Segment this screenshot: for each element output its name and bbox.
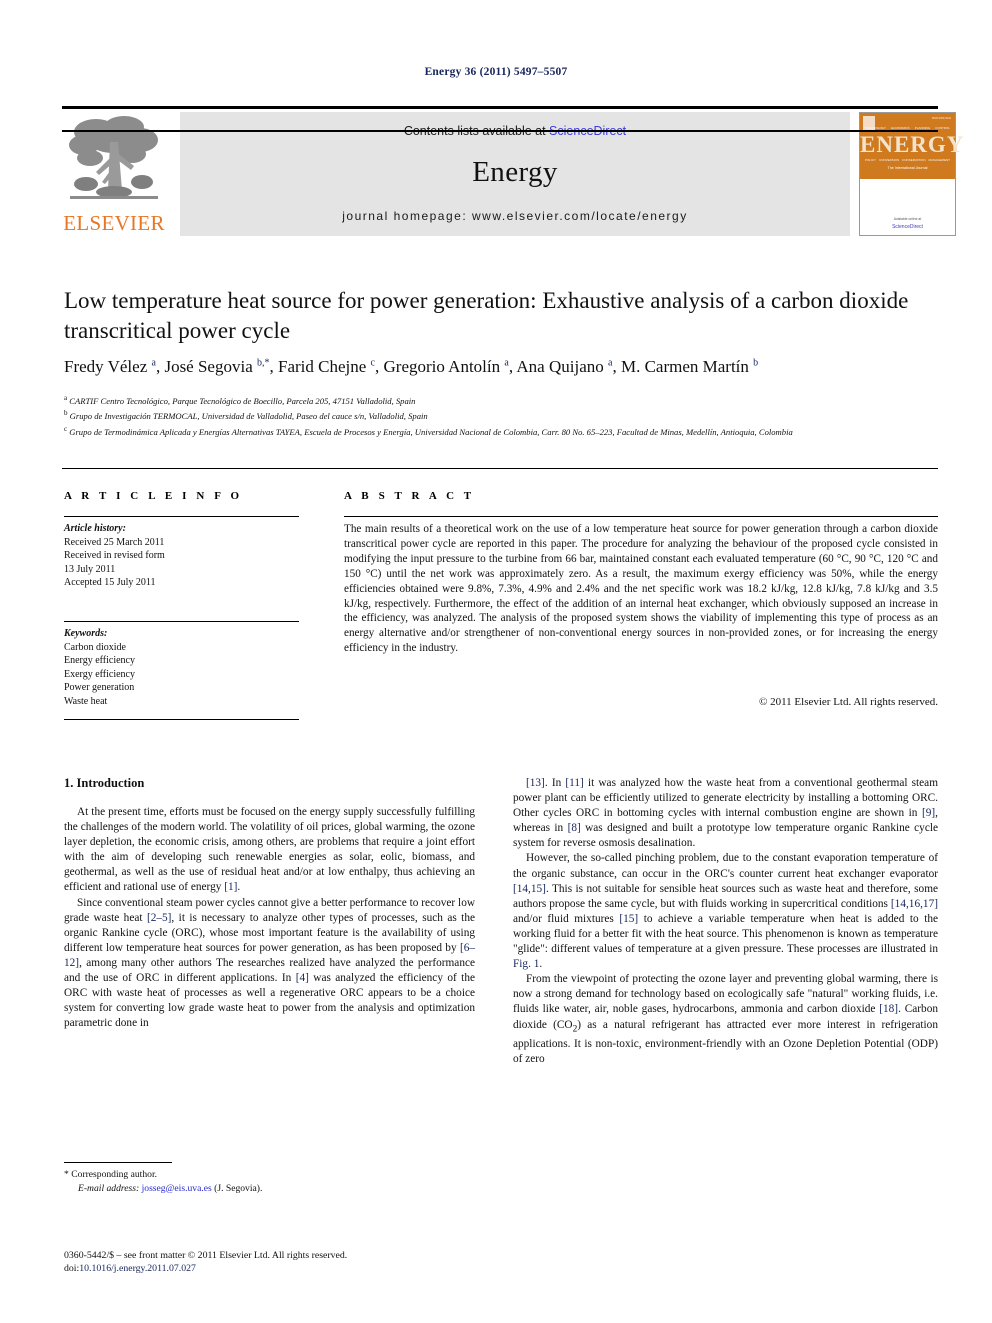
citation-ref[interactable]: [15]	[619, 913, 638, 925]
paper-title: Low temperature heat source for power ge…	[64, 288, 909, 343]
email-line: E-mail address: josseg@eis.uva.es (J. Se…	[64, 1182, 475, 1196]
article-history-line: Accepted 15 July 2011	[64, 577, 156, 588]
email-address-link[interactable]: josseg@eis.uva.es	[142, 1183, 212, 1194]
abstract-heading: A B S T R A C T	[344, 490, 475, 502]
body-paragraph: [13]. In [11] it was analyzed how the wa…	[513, 777, 938, 850]
body-paragraph: However, the so-called pinching problem,…	[513, 852, 939, 971]
affiliation-c: c Grupo de Termodinámica Aplicada y Ener…	[64, 424, 793, 437]
journal-title: Energy	[472, 156, 558, 188]
imprint-block: 0360-5442/$ – see front matter © 2011 El…	[64, 1249, 564, 1275]
email-owner: (J. Segovia).	[214, 1182, 263, 1194]
abstract-text: The main results of a theoretical work o…	[344, 523, 938, 655]
journal-masthead: ELSEVIER Contents lists available at Sci…	[62, 106, 963, 236]
figure-ref[interactable]: Fig. 1	[513, 958, 539, 970]
article-history-lines: Received 25 March 2011 Received in revise…	[64, 536, 299, 590]
article-info-rule-bottom	[64, 719, 299, 720]
doi-label: doi:	[64, 1263, 80, 1275]
copyright-line: © 2011 Elsevier Ltd. All rights reserved…	[758, 696, 938, 708]
cover-available-note: Available online at	[893, 217, 922, 221]
keywords-label: Keywords:	[64, 628, 108, 639]
cover-subtitle: The International Journal	[887, 166, 928, 170]
corresponding-label: Corresponding author.	[71, 1169, 158, 1180]
journal-homepage-link[interactable]: journal homepage: www.elsevier.com/locat…	[180, 209, 850, 223]
cover-title: ENERGY	[860, 132, 965, 157]
keyword-item: Exergy efficiency	[64, 668, 135, 680]
keyword-item: Energy efficiency	[64, 655, 135, 666]
cover-sciencedirect-mark: ScienceDirect	[892, 224, 923, 230]
running-head: Energy 36 (2011) 5497–5507	[424, 66, 568, 78]
corresponding-author-note: * Corresponding author. E-mail address: …	[64, 1168, 475, 1195]
article-history-line: Received in revised form	[64, 550, 165, 561]
footnote-separator	[64, 1162, 172, 1163]
article-history-line: 13 July 2011	[64, 563, 116, 575]
article-history-line: Received 25 March 2011	[64, 536, 165, 548]
article-info-rule-middle	[64, 621, 299, 622]
citation-ref[interactable]: [4]	[296, 972, 309, 984]
author-list: Fredy Vélez a, José Segovia b,*, Farid C…	[64, 357, 759, 376]
body-paragraph: Since conventional steam power cycles ca…	[64, 896, 475, 1030]
keywords-list: Carbon dioxide Energy efficiency Exergy ef…	[64, 641, 299, 709]
citation-ref[interactable]: [8]	[568, 822, 581, 834]
citation-ref[interactable]: [18]	[879, 1003, 898, 1015]
masthead-top-rule	[62, 106, 938, 109]
keywords-block: Keywords: Carbon dioxide Energy efficienc…	[64, 627, 299, 708]
body-column-left: At the present time, efforts must be foc…	[64, 805, 475, 1031]
keyword-item: Waste heat	[64, 695, 108, 707]
citation-ref[interactable]: [1]	[224, 881, 237, 893]
issn-front-matter: 0360-5442/$ – see front matter © 2011 El…	[64, 1250, 348, 1261]
corresponding-marker: *	[64, 1169, 69, 1180]
keyword-item: Power generation	[64, 682, 135, 693]
affiliation-a: a CARTIF Centro Tecnológico, Parque Tecn…	[64, 394, 416, 406]
citation-ref[interactable]: [6–12]	[64, 942, 475, 969]
elsevier-tree-icon	[69, 116, 158, 199]
paper-page: Energy 36 (2011) 5497–5507 ELSEVIER Ener…	[0, 0, 992, 1323]
section-heading-introduction: 1. Introduction	[64, 776, 145, 790]
body-paragraph: At the present time, efforts must be foc…	[64, 806, 475, 894]
elsevier-wordmark: ELSEVIER	[63, 211, 165, 235]
cover-topic-strip-bottom: POLICY CONVERSION CONSERVATION MANAGEMENT	[865, 158, 950, 162]
affiliation-list: a CARTIF Centro Tecnológico, Parque Tecn…	[64, 392, 944, 438]
citation-ref[interactable]: [14,15]	[513, 883, 546, 895]
citation-ref[interactable]: [13]	[526, 777, 545, 789]
email-label: E-mail address:	[78, 1182, 140, 1194]
cover-issn-text: ISSN 0360-5442	[931, 117, 951, 120]
article-info-rule-top	[64, 516, 299, 517]
keyword-item: Carbon dioxide	[64, 641, 126, 653]
body-paragraph: From the viewpoint of protecting the ozo…	[513, 973, 938, 1065]
citation-ref[interactable]: [9]	[922, 807, 935, 819]
citation-ref[interactable]: [2–5]	[147, 912, 171, 924]
body-column-right: [13]. In [11] it was analyzed how the wa…	[513, 776, 938, 1067]
title-block-rule	[62, 468, 938, 469]
article-history-label: Article history:	[64, 523, 126, 534]
doi-line: doi:10.1016/j.energy.2011.07.027	[64, 1262, 564, 1275]
corresponding-author-line: * Corresponding author.	[64, 1168, 475, 1182]
affiliation-b: b Grupo de Investigación TERMOCAL, Unive…	[64, 409, 428, 422]
doi-value[interactable]: 10.1016/j.energy.2011.07.027	[79, 1263, 196, 1274]
masthead-bottom-rule	[62, 130, 938, 132]
cover-color-band: ISSN 0360-5442 TECHNOLOGY ECONOMICS PLANNI…	[860, 113, 965, 179]
abstract-rule	[344, 516, 938, 517]
citation-ref[interactable]: [14,16,17]	[891, 898, 938, 910]
article-info-heading: A R T I C L E I N F O	[64, 490, 243, 502]
citation-ref[interactable]: [11]	[565, 777, 583, 789]
article-history: Article history: Received 25 March 2011 R…	[64, 522, 299, 590]
